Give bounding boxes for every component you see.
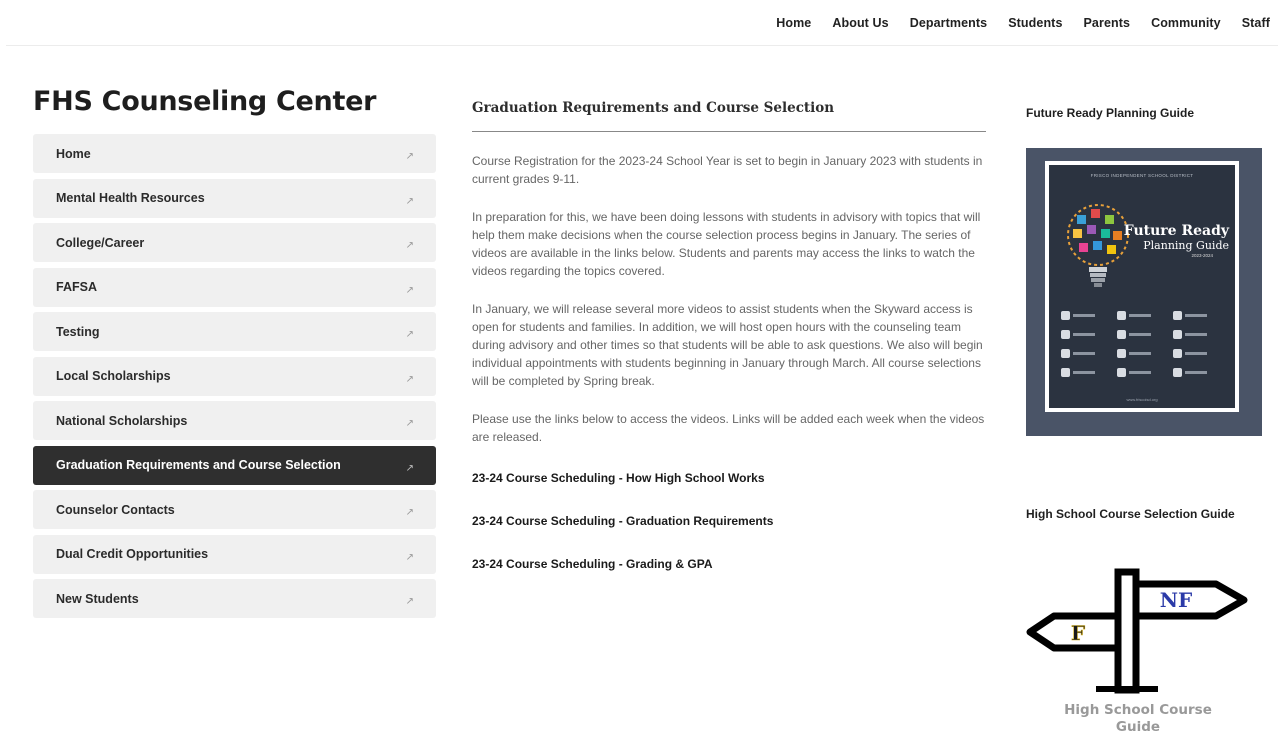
arrow-up-right-icon: ↗ <box>405 284 414 296</box>
guide-title-line2: Planning Guide <box>1143 239 1229 252</box>
paragraph: In January, we will release several more… <box>472 302 983 388</box>
sidebar-item-testing[interactable]: Testing ↗ <box>33 312 436 351</box>
sign-left-text: F <box>1071 621 1085 645</box>
top-bar: Home About Us Departments Students Paren… <box>6 8 1278 46</box>
nav-home[interactable]: Home <box>776 16 811 30</box>
caption-line2: Guide <box>1115 719 1161 732</box>
video-link-graduation-requirements[interactable]: 23-24 Course Scheduling - Graduation Req… <box>472 514 986 528</box>
page-title: FHS Counseling Center <box>33 86 377 117</box>
grid-cell <box>1173 311 1229 320</box>
course-guide-caption: High School Course Guide <box>1026 702 1250 732</box>
guide-icon-grid <box>1061 311 1229 377</box>
sidebar-item-label: College/Career <box>56 235 145 250</box>
district-name: FRISCO INDEPENDENT SCHOOL DISTRICT <box>1090 173 1194 178</box>
video-link-grading-gpa[interactable]: 23-24 Course Scheduling - Grading & GPA <box>472 557 986 571</box>
grid-cell <box>1061 349 1117 358</box>
sidebar-item-label: Graduation Requirements and Course Selec… <box>56 458 341 472</box>
sidebar-item-counselor-contacts[interactable]: Counselor Contacts ↗ <box>33 490 436 529</box>
sidebar-item-label: Counselor Contacts <box>56 502 175 517</box>
future-ready-guide-image[interactable]: FRISCO INDEPENDENT SCHOOL DISTRICT Futur… <box>1026 148 1262 436</box>
arrow-up-right-icon: ↗ <box>405 551 414 563</box>
sign-right-text: NF <box>1160 588 1192 612</box>
grid-cell <box>1061 368 1117 377</box>
sidebar-item-label: New Students <box>56 591 139 606</box>
main-content: Graduation Requirements and Course Selec… <box>472 96 986 571</box>
arrow-up-right-icon: ↗ <box>405 462 414 474</box>
guide-cover-inner: FRISCO INDEPENDENT SCHOOL DISTRICT Futur… <box>1049 165 1235 408</box>
arrow-up-right-icon: ↗ <box>405 195 414 207</box>
paragraph: In preparation for this, we have been do… <box>472 210 981 278</box>
nav-community[interactable]: Community <box>1151 16 1221 30</box>
video-link-how-high-school-works[interactable]: 23-24 Course Scheduling - How High Schoo… <box>472 471 986 485</box>
nav-parents[interactable]: Parents <box>1084 16 1131 30</box>
nav-about-us[interactable]: About Us <box>832 16 888 30</box>
section-heading: Graduation Requirements and Course Selec… <box>472 96 986 132</box>
lightbulb-icon <box>1067 204 1129 287</box>
course-guide-heading: High School Course Selection Guide <box>1026 507 1235 521</box>
sidebar-item-label: FAFSA <box>56 280 97 294</box>
grid-cell <box>1173 368 1229 377</box>
grid-cell <box>1173 349 1229 358</box>
sidebar-item-dual-credit[interactable]: Dual Credit Opportunities ↗ <box>33 534 436 574</box>
arrow-up-right-icon: ↗ <box>405 507 414 518</box>
sidebar-item-label: Testing <box>56 324 100 339</box>
arrow-up-right-icon: ↗ <box>405 240 414 251</box>
arrow-up-right-icon: ↗ <box>405 373 414 385</box>
nav-departments[interactable]: Departments <box>910 16 988 30</box>
caption-line1: High School Course <box>1064 702 1212 718</box>
main-nav: Home About Us Departments Students Paren… <box>776 16 1270 30</box>
arrow-up-right-icon: ↗ <box>405 151 414 162</box>
sidebar-item-college-career[interactable]: College/Career ↗ <box>33 223 436 262</box>
grid-cell <box>1117 330 1173 339</box>
paragraph: Please use the links below to access the… <box>472 412 985 444</box>
sidebar-item-national-scholarships[interactable]: National Scholarships ↗ <box>33 401 436 440</box>
sidebar-item-fafsa[interactable]: FAFSA ↗ <box>33 267 436 307</box>
nav-staff[interactable]: Staff <box>1242 16 1270 30</box>
sidebar-item-label: Local Scholarships <box>56 369 171 383</box>
sidebar-item-label: Mental Health Resources <box>56 191 205 205</box>
sidebar-item-new-students[interactable]: New Students ↗ <box>33 579 436 618</box>
nav-students[interactable]: Students <box>1008 16 1062 30</box>
guide-years: 2023-2024 <box>1191 253 1213 258</box>
future-ready-heading: Future Ready Planning Guide <box>1026 106 1195 120</box>
grid-cell <box>1061 330 1117 339</box>
guide-footer: www.friscoisd.org <box>1126 397 1158 402</box>
sidebar-item-label: National Scholarships <box>56 413 188 428</box>
grid-cell <box>1117 311 1173 320</box>
grid-cell <box>1117 349 1173 358</box>
sidebar-item-label: Home <box>56 146 91 161</box>
sidebar-item-mental-health-resources[interactable]: Mental Health Resources ↗ <box>33 178 436 218</box>
arrow-up-right-icon: ↗ <box>405 596 414 607</box>
arrow-up-right-icon: ↗ <box>405 329 414 340</box>
sidebar-item-home[interactable]: Home ↗ <box>33 134 436 173</box>
sidebar-item-graduation-requirements[interactable]: Graduation Requirements and Course Selec… <box>33 445 436 485</box>
guide-title-line1: Future Ready <box>1123 223 1229 239</box>
grid-cell <box>1117 368 1173 377</box>
grid-cell <box>1173 330 1229 339</box>
grid-cell <box>1061 311 1117 320</box>
arrow-up-right-icon: ↗ <box>405 418 414 429</box>
paragraph: Course Registration for the 2023-24 Scho… <box>472 154 983 186</box>
sidebar-item-label: Dual Credit Opportunities <box>56 547 209 561</box>
sidebar-item-local-scholarships[interactable]: Local Scholarships ↗ <box>33 356 436 396</box>
guide-cover: FRISCO INDEPENDENT SCHOOL DISTRICT Futur… <box>1045 161 1239 412</box>
sidebar-menu: Home ↗ Mental Health Resources ↗ College… <box>33 134 436 624</box>
